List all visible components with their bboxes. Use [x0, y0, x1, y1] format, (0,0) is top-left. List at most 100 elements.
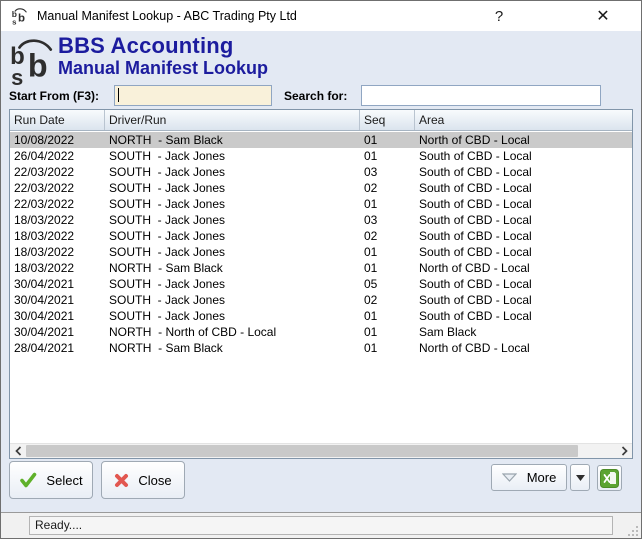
grid-cell-seq: 01 — [360, 340, 415, 356]
more-dropdown-button[interactable] — [570, 464, 590, 491]
grid-cell-driver-run: SOUTH - Jack Jones — [105, 148, 360, 164]
grid-cell-area: North of CBD - Local — [415, 260, 632, 276]
app-logo-icon: b b s — [11, 7, 28, 25]
select-button-label: Select — [46, 473, 82, 488]
grid-cell-seq: 03 — [360, 164, 415, 180]
close-button-label: Close — [138, 473, 171, 488]
bbs-logo: b b s — [8, 36, 56, 86]
triangle-down-outline-icon — [502, 473, 517, 482]
grid-cell-seq: 01 — [360, 132, 415, 148]
grid-cell-run-date: 30/04/2021 — [10, 276, 105, 292]
grid-cell-driver-run: SOUTH - Jack Jones — [105, 180, 360, 196]
resize-grip[interactable] — [626, 524, 639, 537]
grid-cell-driver-run: SOUTH - Jack Jones — [105, 228, 360, 244]
grid-row[interactable]: 30/04/2021 NORTH - North of CBD - Local … — [10, 324, 632, 340]
grid-cell-run-date: 30/04/2021 — [10, 308, 105, 324]
grid-cell-area: South of CBD - Local — [415, 148, 632, 164]
column-header-driver-run[interactable]: Driver/Run — [105, 110, 360, 130]
grid-cell-run-date: 28/04/2021 — [10, 340, 105, 356]
brand-header: b b s BBS Accounting Manual Manifest Loo… — [1, 31, 641, 87]
scroll-left-arrow-icon[interactable] — [10, 444, 26, 458]
grid-row[interactable]: 26/04/2022 SOUTH - Jack Jones 01 South o… — [10, 148, 632, 164]
grid-cell-seq: 01 — [360, 148, 415, 164]
scrollbar-thumb[interactable] — [26, 445, 578, 457]
grid-cell-area: South of CBD - Local — [415, 244, 632, 260]
grid-cell-run-date: 22/03/2022 — [10, 180, 105, 196]
svg-text:b: b — [28, 48, 48, 84]
grid-row[interactable]: 30/04/2021 SOUTH - Jack Jones 05 South o… — [10, 276, 632, 292]
grid-cell-driver-run: SOUTH - Jack Jones — [105, 212, 360, 228]
grid-row[interactable]: 22/03/2022 SOUTH - Jack Jones 01 South o… — [10, 196, 632, 212]
column-header-seq[interactable]: Seq — [360, 110, 415, 130]
triangle-down-icon — [576, 475, 585, 481]
grid-cell-driver-run: SOUTH - Jack Jones — [105, 196, 360, 212]
grid-cell-seq: 01 — [360, 244, 415, 260]
grid-row[interactable]: 18/03/2022 SOUTH - Jack Jones 02 South o… — [10, 228, 632, 244]
more-button[interactable]: More — [491, 464, 567, 491]
cross-icon — [114, 473, 129, 488]
grid-cell-area: South of CBD - Local — [415, 164, 632, 180]
grid-cell-area: South of CBD - Local — [415, 196, 632, 212]
svg-text:b: b — [18, 13, 25, 25]
grid-cell-seq: 02 — [360, 292, 415, 308]
grid-row[interactable]: 22/03/2022 SOUTH - Jack Jones 02 South o… — [10, 180, 632, 196]
svg-text:s: s — [12, 18, 16, 26]
column-header-area[interactable]: Area — [415, 110, 632, 130]
excel-export-icon — [600, 469, 619, 488]
grid-row[interactable]: 30/04/2021 SOUTH - Jack Jones 01 South o… — [10, 308, 632, 324]
titlebar: b b s Manual Manifest Lookup - ABC Tradi… — [1, 1, 641, 31]
column-header-run-date[interactable]: Run Date — [10, 110, 105, 130]
manifest-grid-body: 10/08/2022 NORTH - Sam Black 01 North of… — [10, 132, 632, 443]
grid-cell-driver-run: SOUTH - Jack Jones — [105, 292, 360, 308]
grid-cell-seq: 01 — [360, 196, 415, 212]
window-title: Manual Manifest Lookup - ABC Trading Pty… — [37, 9, 297, 23]
grid-row[interactable]: 18/03/2022 SOUTH - Jack Jones 01 South o… — [10, 244, 632, 260]
scroll-right-arrow-icon[interactable] — [616, 444, 632, 458]
grid-cell-area: Sam Black — [415, 324, 632, 340]
grid-cell-seq: 03 — [360, 212, 415, 228]
grid-cell-area: North of CBD - Local — [415, 340, 632, 356]
app-name: BBS Accounting — [58, 33, 268, 58]
grid-cell-driver-run: NORTH - Sam Black — [105, 260, 360, 276]
grid-cell-run-date: 22/03/2022 — [10, 164, 105, 180]
close-window-button[interactable]: ✕ — [582, 1, 624, 31]
grid-cell-area: South of CBD - Local — [415, 212, 632, 228]
text-caret — [118, 88, 119, 102]
grid-cell-run-date: 18/03/2022 — [10, 212, 105, 228]
grid-cell-seq: 01 — [360, 308, 415, 324]
grid-header: Run Date Driver/Run Seq Area — [10, 110, 632, 131]
grid-row[interactable]: 10/08/2022 NORTH - Sam Black 01 North of… — [10, 132, 632, 148]
grid-cell-run-date: 30/04/2021 — [10, 292, 105, 308]
grid-cell-area: North of CBD - Local — [415, 132, 632, 148]
grid-cell-seq: 05 — [360, 276, 415, 292]
grid-cell-driver-run: SOUTH - Jack Jones — [105, 276, 360, 292]
start-from-label: Start From (F3): — [9, 89, 99, 103]
grid-cell-area: South of CBD - Local — [415, 292, 632, 308]
horizontal-scrollbar[interactable] — [10, 443, 632, 458]
grid-cell-run-date: 26/04/2022 — [10, 148, 105, 164]
svg-text:s: s — [11, 65, 23, 86]
screen-name: Manual Manifest Lookup — [58, 58, 268, 79]
search-input[interactable] — [361, 85, 601, 106]
select-button[interactable]: Select — [9, 461, 93, 499]
grid-row[interactable]: 22/03/2022 SOUTH - Jack Jones 03 South o… — [10, 164, 632, 180]
grid-cell-area: South of CBD - Local — [415, 228, 632, 244]
grid-row[interactable]: 28/04/2021 NORTH - Sam Black 01 North of… — [10, 340, 632, 356]
grid-cell-seq: 02 — [360, 228, 415, 244]
button-row: Select Close More — [1, 461, 641, 503]
close-button[interactable]: Close — [101, 461, 185, 499]
grid-cell-area: South of CBD - Local — [415, 276, 632, 292]
grid-row[interactable]: 18/03/2022 NORTH - Sam Black 01 North of… — [10, 260, 632, 276]
grid-row[interactable]: 18/03/2022 SOUTH - Jack Jones 03 South o… — [10, 212, 632, 228]
start-from-input[interactable] — [114, 85, 272, 106]
manifest-lookup-window: b b s Manual Manifest Lookup - ABC Tradi… — [0, 0, 642, 539]
grid-row[interactable]: 30/04/2021 SOUTH - Jack Jones 02 South o… — [10, 292, 632, 308]
grid-cell-driver-run: SOUTH - Jack Jones — [105, 244, 360, 260]
grid-cell-run-date: 10/08/2022 — [10, 132, 105, 148]
grid-cell-seq: 02 — [360, 180, 415, 196]
help-button[interactable]: ? — [478, 1, 520, 31]
grid-cell-driver-run: NORTH - North of CBD - Local — [105, 324, 360, 340]
grid-cell-run-date: 18/03/2022 — [10, 228, 105, 244]
export-excel-button[interactable] — [597, 465, 622, 491]
grid-cell-driver-run: NORTH - Sam Black — [105, 132, 360, 148]
